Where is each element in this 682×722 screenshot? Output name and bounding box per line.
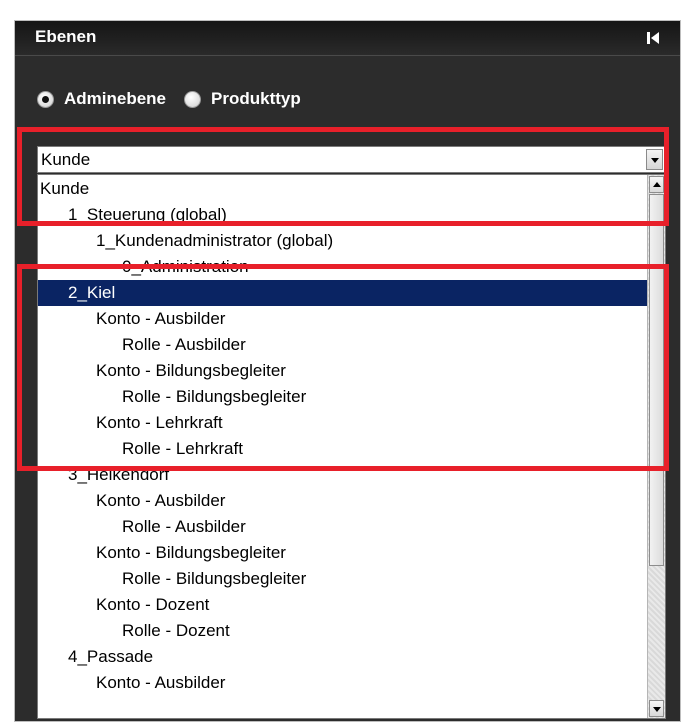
tree-list: Kunde 1_Steuerung (global) 1_Kundenadminis… (38, 176, 647, 696)
tree-item[interactable]: Rolle - Ausbilder (38, 332, 647, 358)
tree-item[interactable]: 3_Heikendorf (38, 462, 647, 488)
tree-item[interactable]: 1_Steuerung (global) (38, 202, 647, 228)
tree-item[interactable]: Rolle - Bildungsbegleiter (38, 384, 647, 410)
tree-item[interactable]: Kunde (38, 176, 647, 202)
radio-adminebene[interactable] (37, 90, 54, 108)
tree-item[interactable]: 4_Passade (38, 644, 647, 670)
tree-item[interactable]: Rolle - Lehrkraft (38, 436, 647, 462)
tree-item[interactable]: Konto - Dozent (38, 592, 647, 618)
tree-item[interactable]: Konto - Bildungsbegleiter (38, 540, 647, 566)
dropdown-value: Kunde (41, 150, 91, 169)
vertical-scrollbar[interactable] (647, 175, 665, 718)
tree-item[interactable]: Konto - Lehrkraft (38, 410, 647, 436)
layers-panel: Ebenen Adminebene Produkttyp Kunde Kunde… (14, 20, 681, 722)
level-dropdown[interactable]: Kunde (37, 146, 666, 173)
panel-titlebar: Ebenen (15, 21, 680, 56)
radio-produkttyp[interactable] (184, 90, 202, 108)
tree-item[interactable]: Konto - Ausbilder (38, 306, 647, 332)
tree-listbox[interactable]: Kunde 1_Steuerung (global) 1_Kundenadminis… (37, 174, 666, 719)
panel-title: Ebenen (35, 27, 97, 46)
collapse-left-icon[interactable] (644, 29, 662, 47)
scroll-down-icon[interactable] (649, 700, 664, 717)
tree-item[interactable]: Konto - Bildungsbegleiter (38, 358, 647, 384)
tree-item[interactable]: 1_Kundenadministrator (global) (38, 228, 647, 254)
tree-item[interactable]: Konto - Ausbilder (38, 670, 647, 696)
chevron-down-icon[interactable] (646, 149, 663, 170)
scroll-up-icon[interactable] (649, 176, 664, 193)
tree-item[interactable]: Rolle - Dozent (38, 618, 647, 644)
tree-item[interactable]: Rolle - Bildungsbegleiter (38, 566, 647, 592)
tree-item[interactable]: Konto - Ausbilder (38, 488, 647, 514)
radio-adminebene-label[interactable]: Adminebene (64, 89, 166, 109)
tree-item[interactable]: 0_Administration (38, 254, 647, 280)
view-mode-radio-group: Adminebene Produkttyp (37, 85, 319, 113)
radio-produkttyp-label[interactable]: Produkttyp (211, 89, 301, 109)
tree-item-selected[interactable]: 2_Kiel (38, 280, 647, 306)
tree-item[interactable]: Rolle - Ausbilder (38, 514, 647, 540)
scrollbar-thumb[interactable] (649, 194, 664, 566)
